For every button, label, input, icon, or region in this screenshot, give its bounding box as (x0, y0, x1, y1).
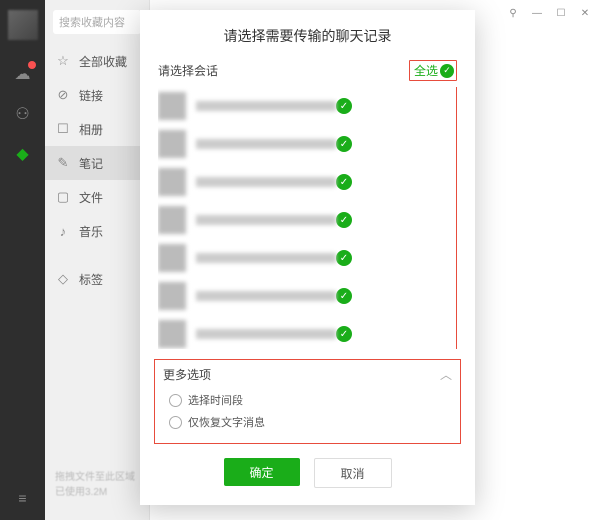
checkbox[interactable]: ✓ (336, 326, 352, 342)
user-avatar[interactable] (8, 10, 38, 40)
music-icon: ♪ (55, 224, 71, 239)
conversation-name (196, 177, 336, 187)
sidebar-item-label: 文件 (79, 189, 103, 206)
minimize-button[interactable]: — (530, 8, 544, 19)
list-header: 请选择会话 (158, 62, 218, 79)
avatar (158, 282, 186, 310)
close-button[interactable]: ✕ (578, 8, 592, 19)
sidebar-item-music[interactable]: ♪ 音乐 (45, 214, 149, 248)
list-item[interactable]: ✓ (158, 277, 452, 315)
window-controls: ⚲ — ☐ ✕ (506, 8, 592, 19)
option-time-range[interactable]: 选择时间段 (163, 389, 452, 411)
avatar (158, 168, 186, 196)
modal-title: 请选择需要传输的聊天记录 (140, 10, 475, 60)
star-icon: ☆ (55, 53, 71, 69)
sidebar-item-files[interactable]: ▢ 文件 (45, 180, 149, 214)
chat-icon[interactable]: ☁ (13, 64, 33, 84)
conversation-name (196, 329, 336, 339)
link-icon: ⊘ (55, 87, 71, 103)
list-item[interactable]: ✓ (158, 163, 452, 201)
more-options-panel: 更多选项 ︿ 选择时间段 仅恢复文字消息 (154, 359, 461, 444)
sidebar-item-notes[interactable]: ✎ 笔记 (45, 146, 149, 180)
avatar (158, 130, 186, 158)
sidebar-item-links[interactable]: ⊘ 链接 (45, 78, 149, 112)
sidebar-item-all[interactable]: ☆ 全部收藏 (45, 44, 149, 78)
file-icon: ▢ (55, 189, 71, 205)
favorites-icon[interactable]: ◆ (13, 144, 33, 164)
sidebar-item-label: 音乐 (79, 223, 103, 240)
menu-icon[interactable]: ≡ (18, 490, 26, 506)
sidebar-item-label: 笔记 (79, 155, 103, 172)
cancel-button[interactable]: 取消 (314, 458, 392, 488)
radio-icon (169, 416, 182, 429)
more-options-title: 更多选项 (163, 366, 211, 383)
pin-button[interactable]: ⚲ (506, 8, 520, 19)
conversation-name (196, 253, 336, 263)
list-item[interactable]: ✓ (158, 315, 452, 349)
maximize-button[interactable]: ☐ (554, 8, 568, 19)
checkbox[interactable]: ✓ (336, 250, 352, 266)
list-item[interactable]: ✓ (158, 201, 452, 239)
unread-badge (28, 61, 36, 69)
search-input[interactable]: 搜索收藏内容 (53, 10, 141, 34)
sidebar-item-label: 相册 (79, 121, 103, 138)
list-item[interactable]: ✓ (158, 239, 452, 277)
avatar (158, 92, 186, 120)
sidebar-item-tags[interactable]: ◇ 标签 (45, 262, 149, 296)
contacts-icon[interactable]: ⚇ (13, 104, 33, 124)
category-sidebar: 搜索收藏内容 ☆ 全部收藏 ⊘ 链接 ☐ 相册 ✎ 笔记 ▢ 文件 ♪ 音乐 ◇ 标签 拖拽文… (45, 0, 150, 520)
radio-icon (169, 394, 182, 407)
list-item[interactable]: ✓ (158, 87, 452, 125)
avatar (158, 206, 186, 234)
sidebar-item-album[interactable]: ☐ 相册 (45, 112, 149, 146)
photo-icon: ☐ (55, 121, 71, 137)
note-icon: ✎ (55, 155, 71, 171)
conversation-name (196, 139, 336, 149)
storage-footer: 拖拽文件至此区域 已使用3.2M (55, 470, 139, 500)
list-item[interactable]: ✓ (158, 125, 452, 163)
select-all-button[interactable]: 全选 ✓ (409, 60, 457, 81)
nav-rail: ☁ ⚇ ◆ ≡ (0, 0, 45, 520)
transfer-chat-modal: 请选择需要传输的聊天记录 请选择会话 全选 ✓ ✓ ✓ ✓ ✓ ✓ ✓ ✓ (140, 10, 475, 505)
sidebar-item-label: 全部收藏 (79, 53, 127, 70)
sidebar-item-label: 链接 (79, 87, 103, 104)
avatar (158, 320, 186, 348)
collapse-icon[interactable]: ︿ (440, 366, 452, 383)
confirm-button[interactable]: 确定 (224, 458, 300, 486)
conversation-name (196, 101, 336, 111)
option-text-only[interactable]: 仅恢复文字消息 (163, 411, 452, 433)
conversation-name (196, 215, 336, 225)
checkbox[interactable]: ✓ (336, 288, 352, 304)
checkbox[interactable]: ✓ (336, 136, 352, 152)
checkbox[interactable]: ✓ (336, 174, 352, 190)
avatar (158, 244, 186, 272)
sidebar-item-label: 标签 (79, 271, 103, 288)
check-icon: ✓ (440, 64, 454, 78)
tag-icon: ◇ (55, 271, 71, 287)
conversation-name (196, 291, 336, 301)
checkbox[interactable]: ✓ (336, 98, 352, 114)
checkbox[interactable]: ✓ (336, 212, 352, 228)
conversation-list: ✓ ✓ ✓ ✓ ✓ ✓ ✓ (158, 87, 457, 349)
